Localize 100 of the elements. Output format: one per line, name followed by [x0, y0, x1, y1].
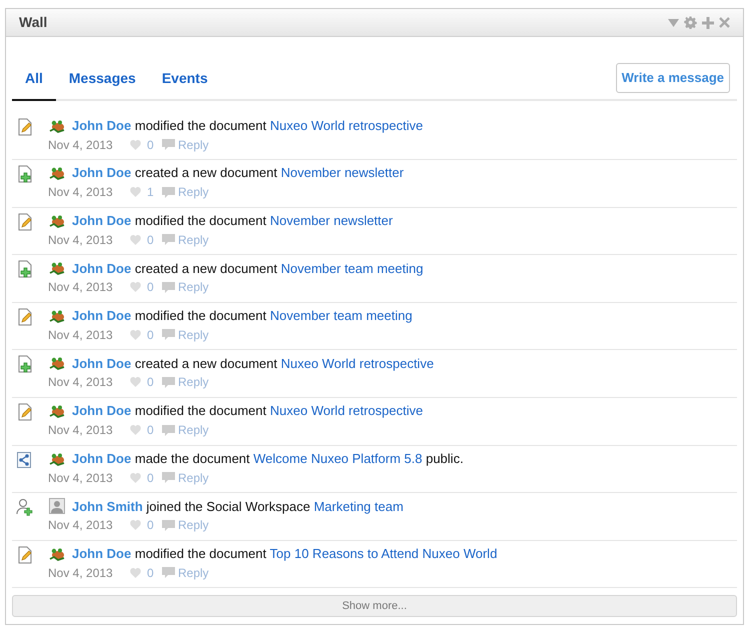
add-document-icon — [16, 355, 32, 374]
reply-link[interactable]: Reply — [178, 516, 209, 534]
comment-icon — [162, 567, 175, 578]
like-count: 1 — [147, 184, 155, 202]
heart-icon[interactable] — [130, 472, 141, 483]
pencil-document-icon — [16, 308, 32, 326]
activity-text: John Doe modified the document Nuxeo World retrospective — [72, 116, 423, 135]
heart-icon[interactable] — [130, 425, 141, 436]
like-count: 0 — [147, 136, 155, 154]
like-count: 0 — [147, 422, 155, 440]
activity-text: John Doe modified the document Top 10 Reasons to Attend Nuxeo World — [72, 545, 498, 564]
comment-icon — [162, 520, 175, 531]
frog-avatar-icon — [48, 118, 66, 132]
user-link[interactable]: John Doe — [72, 356, 132, 371]
user-link[interactable]: John Doe — [72, 546, 132, 562]
pencil-document-icon — [16, 403, 32, 422]
comment-icon — [162, 329, 175, 340]
heart-icon[interactable] — [130, 234, 141, 245]
show-more-button[interactable]: Show more... — [12, 595, 737, 618]
like-count: 0 — [147, 470, 155, 487]
pencil-document-icon — [16, 118, 32, 136]
like-count: 0 — [147, 232, 155, 249]
dropdown-icon[interactable] — [668, 18, 679, 26]
reply-link[interactable]: Reply — [178, 564, 209, 582]
heart-icon[interactable] — [130, 187, 141, 198]
document-link[interactable]: Nuxeo World retrospective — [270, 403, 423, 418]
user-link[interactable]: John Doe — [72, 450, 132, 466]
reply-link[interactable]: Reply — [178, 373, 209, 392]
like-count: 0 — [147, 374, 155, 392]
settings-icon[interactable] — [684, 16, 697, 29]
activity-text: John Doe created a new document Nuxeo World retrospective — [72, 354, 434, 373]
activity-text: John Doe created a new document November newsletter — [72, 164, 404, 182]
document-link[interactable]: November team meeting — [270, 308, 412, 324]
document-link[interactable]: Nuxeo World retrospective — [280, 356, 434, 371]
document-link[interactable]: Marketing team — [314, 498, 404, 514]
activity-text: John Doe made the document Welcome Nuxeo Platform 5.8 public. — [72, 450, 464, 468]
heart-icon[interactable] — [130, 282, 141, 292]
window-title: Wall — [19, 13, 48, 32]
entry-date: Nov 4, 2013 — [48, 136, 114, 154]
avatar-icon — [49, 498, 65, 514]
tab[interactable]: All — [12, 66, 56, 100]
frog-avatar-icon — [48, 452, 66, 466]
add-icon[interactable] — [702, 16, 714, 28]
user-link[interactable]: John Smith — [72, 498, 143, 514]
document-link[interactable]: November team meeting — [280, 260, 424, 276]
activity-text: John Doe modified the document Nuxeo World retrospective — [72, 402, 423, 420]
user-link[interactable]: John Doe — [72, 212, 132, 228]
frog-avatar-icon — [48, 214, 66, 228]
comment-icon — [162, 424, 175, 436]
document-link[interactable]: November newsletter — [280, 165, 404, 180]
user-link[interactable]: John Doe — [72, 260, 132, 276]
comment-icon — [162, 472, 175, 484]
like-count: 0 — [147, 279, 155, 296]
write-message-button[interactable]: Write a message — [616, 63, 730, 92]
tab[interactable]: Events — [148, 66, 221, 100]
like-count: 0 — [147, 517, 155, 534]
tab[interactable]: Messages — [56, 66, 149, 100]
activity-text: John Doe modified the document November team meeting — [72, 307, 412, 326]
document-link[interactable]: Nuxeo World retrospective — [270, 118, 423, 133]
document-link[interactable]: November newsletter — [270, 212, 393, 228]
heart-icon[interactable] — [130, 568, 141, 578]
frog-avatar-icon — [48, 261, 66, 276]
heart-icon[interactable] — [130, 140, 141, 150]
add-document-icon — [16, 260, 32, 278]
reply-link[interactable]: Reply — [178, 468, 209, 487]
heart-icon[interactable] — [130, 520, 141, 530]
reply-link[interactable]: Reply — [178, 278, 209, 296]
activity-text: John Smith joined the Social Workspace Marketing team — [72, 498, 404, 516]
entry-date: Nov 4, 2013 — [48, 232, 114, 249]
user-link[interactable]: John Doe — [72, 308, 132, 324]
entry-date: Nov 4, 2013 — [48, 422, 114, 440]
reply-link[interactable]: Reply — [178, 183, 209, 202]
pencil-document-icon — [16, 546, 32, 564]
add-user-icon — [16, 498, 34, 516]
comment-icon — [162, 234, 175, 246]
reply-link[interactable]: Reply — [178, 326, 209, 344]
heart-icon[interactable] — [130, 377, 141, 388]
reply-link[interactable]: Reply — [178, 421, 209, 440]
user-link[interactable]: John Doe — [72, 165, 132, 180]
entry-date: Nov 4, 2013 — [48, 470, 114, 487]
add-document-icon — [16, 165, 32, 184]
frog-avatar-icon — [48, 546, 66, 561]
document-link[interactable]: Top 10 Reasons to Attend Nuxeo World — [270, 546, 498, 562]
close-icon[interactable] — [719, 17, 730, 28]
activity-text: John Doe created a new document November team meeting — [72, 260, 424, 278]
heart-icon[interactable] — [130, 330, 141, 340]
document-link[interactable]: Welcome Nuxeo Platform 5.8 — [253, 450, 422, 466]
share-document-icon — [16, 450, 32, 469]
entry-date: Nov 4, 2013 — [48, 517, 114, 534]
reply-link[interactable]: Reply — [178, 230, 209, 249]
entry-date: Nov 4, 2013 — [48, 326, 114, 344]
user-link[interactable]: John Doe — [72, 403, 132, 418]
reply-link[interactable]: Reply — [178, 136, 209, 154]
user-link[interactable]: John Doe — [72, 118, 132, 133]
entry-date: Nov 4, 2013 — [48, 279, 114, 296]
frog-avatar-icon — [48, 166, 66, 180]
frog-avatar-icon — [48, 356, 66, 370]
comment-icon — [162, 186, 175, 198]
entry-date: Nov 4, 2013 — [48, 374, 114, 392]
like-count: 0 — [147, 326, 155, 344]
